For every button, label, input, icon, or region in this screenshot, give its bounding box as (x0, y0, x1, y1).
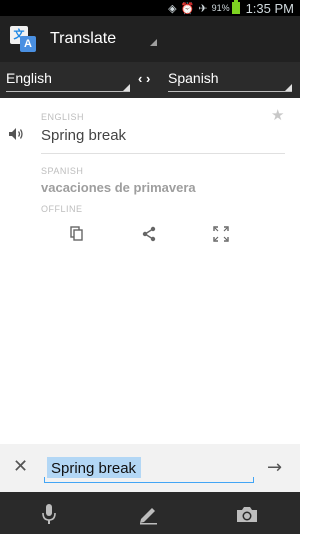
target-language-selector[interactable]: Spanish (168, 68, 292, 92)
speaker-icon[interactable] (8, 127, 24, 141)
source-dropdown-icon (123, 84, 130, 91)
camera-icon[interactable] (236, 503, 258, 525)
source-language-heading: ENGLISH (41, 112, 85, 122)
source-language-label: English (6, 70, 52, 86)
input-underline-right-tick (253, 477, 254, 483)
swap-languages-button[interactable]: ‹ › (138, 71, 150, 86)
handwriting-icon[interactable] (137, 503, 159, 525)
source-language-underline (6, 91, 130, 92)
target-language-label: Spanish (168, 70, 219, 86)
logo-letter-a: A (20, 36, 36, 52)
translation-card (0, 98, 300, 438)
alarm-icon: ⏰ (180, 1, 195, 15)
battery-percent: 91% (211, 3, 230, 13)
card-divider (41, 153, 285, 154)
share-icon[interactable] (141, 226, 157, 242)
input-underline-left-tick (44, 477, 45, 483)
offline-badge: OFFLINE (41, 204, 83, 214)
source-language-selector[interactable]: English (6, 68, 130, 92)
clear-icon[interactable]: ✕ (13, 456, 28, 477)
star-icon[interactable]: ★ (271, 106, 284, 124)
battery-icon (231, 0, 240, 14)
input-underline (44, 482, 254, 483)
airplane-mode-icon: ✈ (198, 1, 208, 15)
fullscreen-icon[interactable] (213, 226, 229, 242)
copy-icon[interactable] (69, 226, 85, 242)
source-text: Spring break (41, 127, 127, 144)
translate-go-icon[interactable]: → (267, 457, 282, 478)
microphone-icon[interactable] (38, 503, 60, 525)
target-language-heading: SPANISH (41, 166, 84, 176)
status-bar: ◈ ⏰ ✈ 91% 1:35 PM (0, 0, 300, 16)
query-input[interactable] (44, 455, 254, 481)
target-language-underline (168, 91, 292, 92)
network-sync-icon: ◈ (168, 1, 177, 15)
app-title[interactable]: Translate (50, 30, 116, 48)
translated-text: vacaciones de primavera (41, 180, 196, 195)
language-bar: English ‹ › Spanish (0, 62, 300, 98)
target-dropdown-icon (285, 84, 292, 91)
clock: 1:35 PM (245, 0, 294, 16)
translate-logo-icon[interactable]: 文 A (10, 26, 36, 52)
title-dropdown-icon[interactable] (150, 39, 157, 46)
